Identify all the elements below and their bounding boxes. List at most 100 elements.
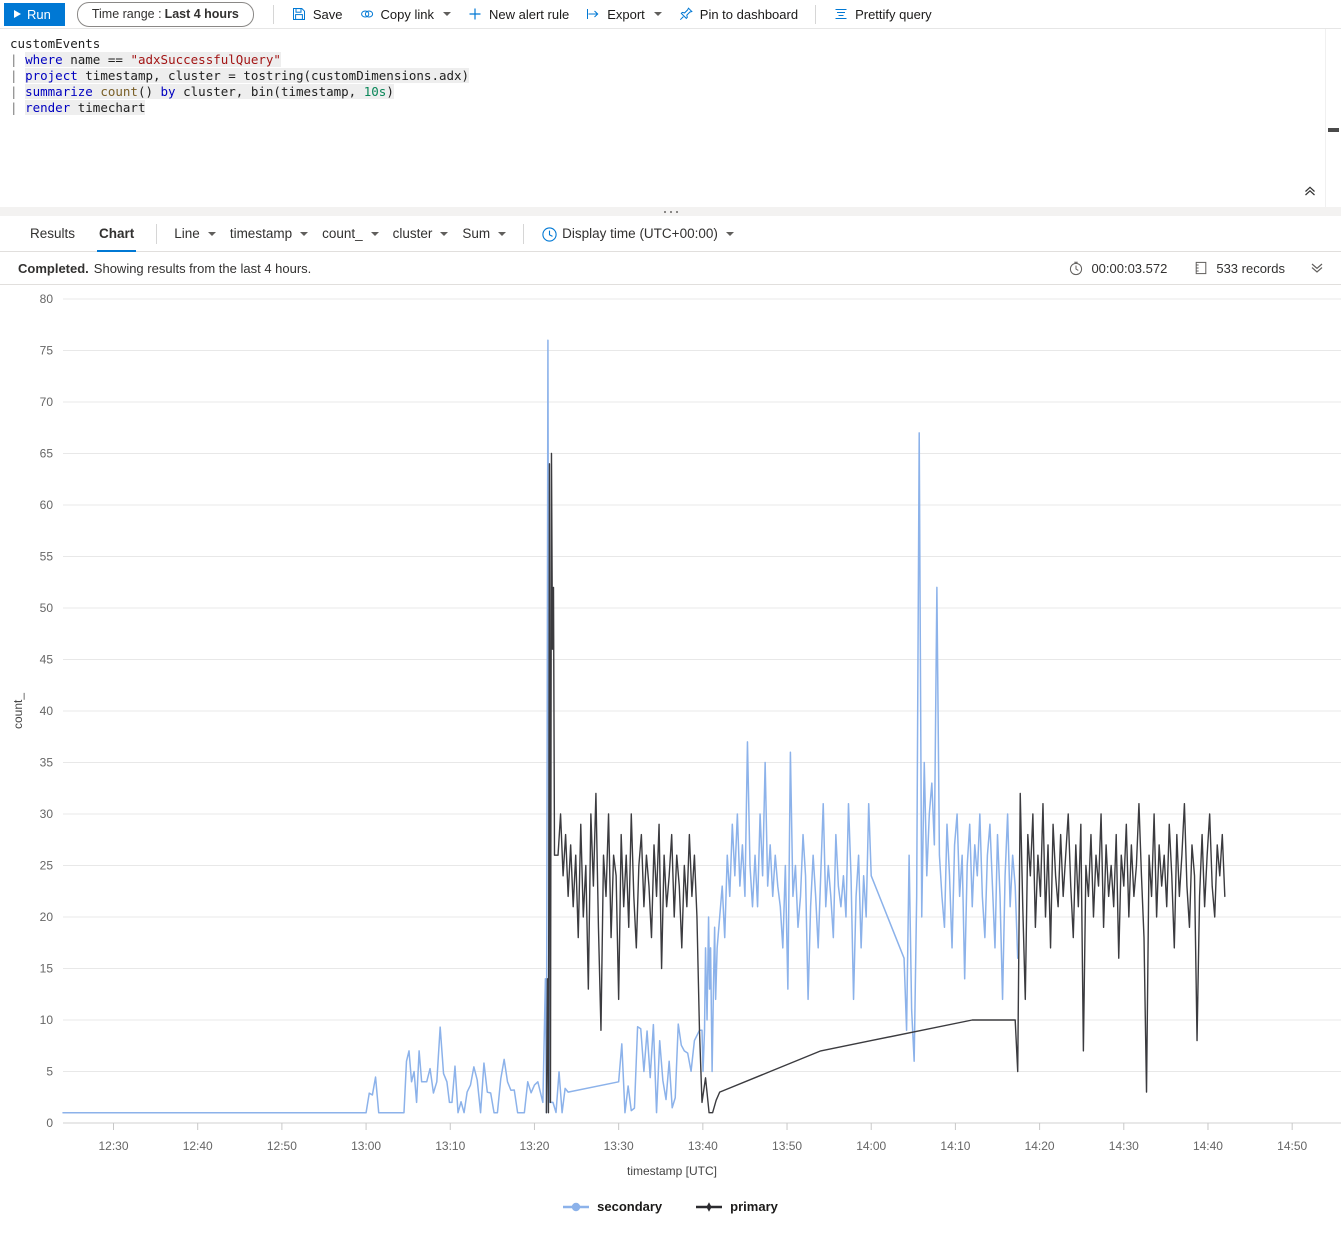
tab-results[interactable]: Results <box>18 216 87 252</box>
timechart[interactable]: 0 5 10 15 20 25 30 35 40 45 50 55 60 65 70 75 80 count_ 12… <box>0 285 1341 1228</box>
kql-keyword-summarize: summarize <box>25 84 93 99</box>
y-tick-label: 40 <box>40 704 54 718</box>
query-duration: 00:00:03.572 <box>1068 260 1167 276</box>
tab-results-label: Results <box>30 226 76 241</box>
results-tabbar: Results Chart Line timestamp count_ clus… <box>0 216 1341 252</box>
y-tick-label: 35 <box>40 756 54 770</box>
save-button[interactable]: Save <box>283 1 351 27</box>
x-tick-label: 13:10 <box>435 1139 465 1153</box>
kql-string-literal: "adxSuccessfulQuery" <box>130 52 281 67</box>
editor-scrollbar-thumb[interactable] <box>1328 128 1339 132</box>
link-icon <box>359 6 375 22</box>
chevron-down-icon <box>440 231 449 236</box>
aggregation-dropdown[interactable]: Sum <box>455 221 513 247</box>
copy-link-button[interactable]: Copy link <box>351 1 459 27</box>
y-tick-label: 55 <box>40 550 54 564</box>
kql-expr: ) <box>386 84 394 99</box>
pipe-glyph: | <box>10 84 18 99</box>
kql-expr: timestamp, cluster = tostring(customDime… <box>77 68 470 83</box>
new-alert-rule-label: New alert rule <box>489 6 570 22</box>
tab-chart-label: Chart <box>99 226 135 241</box>
expand-details-button[interactable] <box>1309 259 1325 278</box>
kql-keyword-render: render <box>25 100 71 115</box>
x-tick-label: 14:20 <box>1025 1139 1055 1153</box>
split-column-value: cluster <box>392 226 433 241</box>
y-tick-label: 45 <box>40 653 54 667</box>
x-tick-label: 13:00 <box>351 1139 381 1153</box>
query-line-2: | where name == "adxSuccessfulQuery" <box>10 52 1341 68</box>
legend-label-secondary: secondary <box>597 1199 663 1214</box>
query-table-name: customEvents <box>10 36 101 51</box>
tabbar-divider-1 <box>156 223 158 244</box>
y-tick-label: 15 <box>40 962 54 976</box>
x-tick-label: 12:40 <box>183 1139 213 1153</box>
prettify-query-button[interactable]: Prettify query <box>825 1 940 27</box>
status-message: Showing results from the last 4 hours. <box>93 260 312 276</box>
pipe-glyph: | <box>10 100 18 115</box>
query-toolbar: Run Time range : Last 4 hours Save Copy … <box>0 0 1341 29</box>
toolbar-divider-2 <box>815 4 817 24</box>
time-range-picker[interactable]: Time range : Last 4 hours <box>76 1 254 27</box>
kql-function-count: count <box>92 84 138 99</box>
tab-chart[interactable]: Chart <box>87 216 146 252</box>
chevron-down-icon <box>653 12 662 16</box>
legend-item-secondary[interactable]: secondary <box>563 1199 662 1214</box>
plus-icon <box>467 6 483 22</box>
pipe-glyph: | <box>10 52 18 67</box>
display-time-dropdown[interactable]: Display time (UTC+00:00) <box>534 221 741 247</box>
kql-expr: timechart <box>70 100 146 115</box>
y-column-dropdown[interactable]: count_ <box>315 221 386 247</box>
x-tick-label: 14:10 <box>940 1139 970 1153</box>
run-button-label: Run <box>27 6 51 22</box>
save-icon <box>291 6 307 22</box>
legend-item-primary[interactable]: primary <box>696 1199 778 1214</box>
legend-marker-secondary <box>563 1202 590 1211</box>
chevron-down-icon <box>207 231 216 236</box>
timechart-svg[interactable]: 0 5 10 15 20 25 30 35 40 45 50 55 60 65 70 75 80 count_ 12… <box>0 285 1341 1228</box>
kql-keyword-where: where <box>25 52 63 67</box>
split-column-dropdown[interactable]: cluster <box>386 221 456 247</box>
query-text[interactable]: customEvents | where name == "adxSuccessf… <box>0 29 1341 116</box>
series-line-primary[interactable] <box>545 452 1226 1114</box>
x-tick-label: 14:30 <box>1109 1139 1139 1153</box>
x-axis-title: timestamp [UTC] <box>627 1164 717 1178</box>
visual-type-dropdown[interactable]: Line <box>167 221 223 247</box>
x-tick-label: 13:40 <box>688 1139 718 1153</box>
prettify-query-label: Prettify query <box>855 6 932 22</box>
x-tick-label: 13:50 <box>772 1139 802 1153</box>
y-tick-label: 10 <box>40 1013 54 1027</box>
splitter-dot <box>669 210 672 213</box>
query-line-5: | render timechart <box>10 100 1341 116</box>
pin-to-dashboard-button[interactable]: Pin to dashboard <box>670 1 806 27</box>
editor-results-splitter[interactable] <box>0 207 1341 216</box>
collapse-editor-button[interactable] <box>1300 181 1320 201</box>
x-column-dropdown[interactable]: timestamp <box>223 221 315 247</box>
time-range-prefix: Time range : <box>91 7 162 21</box>
y-axis-title: count_ <box>11 693 25 729</box>
run-button[interactable]: Run <box>4 2 65 26</box>
results-statusbar: Completed. Showing results from the last… <box>0 252 1341 285</box>
kql-expr: name == <box>62 52 131 67</box>
editor-scrollbar[interactable] <box>1325 29 1341 207</box>
y-tick-label: 50 <box>40 601 54 615</box>
series-line-secondary[interactable] <box>62 339 1019 1114</box>
query-editor[interactable]: customEvents | where name == "adxSuccessf… <box>0 29 1341 207</box>
record-count: 533 records <box>1193 260 1285 276</box>
x-tick-label: 12:50 <box>267 1139 297 1153</box>
pin-icon <box>678 6 694 22</box>
x-tick-label: 14:50 <box>1277 1139 1307 1153</box>
export-label: Export <box>607 6 645 22</box>
x-tick-label: 12:30 <box>98 1139 128 1153</box>
splitter-dot <box>675 210 678 213</box>
visual-type-value: Line <box>174 226 200 241</box>
query-line-1: customEvents <box>10 36 1341 52</box>
new-alert-rule-button[interactable]: New alert rule <box>459 1 577 27</box>
x-tick-label: 14:00 <box>856 1139 886 1153</box>
export-button[interactable]: Export <box>577 1 670 27</box>
play-icon <box>14 10 21 18</box>
kql-timespan-literal: 10s <box>363 84 387 99</box>
query-line-4: | summarize count() by cluster, bin(time… <box>10 84 1341 100</box>
x-column-value: timestamp <box>229 226 293 241</box>
pin-to-dashboard-label: Pin to dashboard <box>699 6 799 22</box>
y-tick-label: 75 <box>40 344 54 358</box>
